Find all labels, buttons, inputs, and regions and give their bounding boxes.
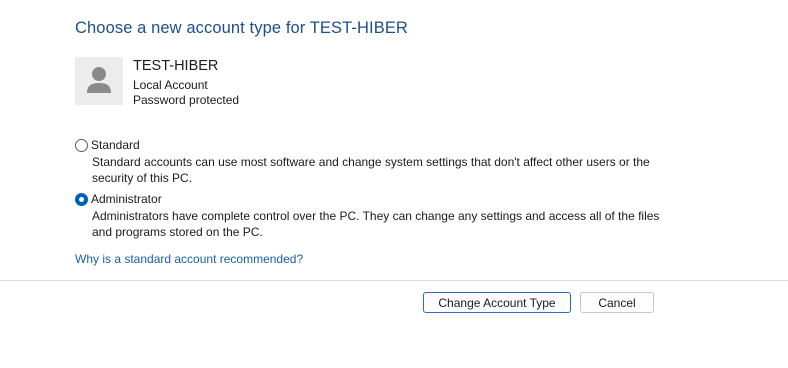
page-title: Choose a new account type for TEST-HIBER	[75, 19, 408, 37]
account-protection: Password protected	[133, 93, 240, 107]
radio-administrator[interactable]	[75, 192, 88, 206]
administrator-description-line2: and programs stored on the PC.	[92, 225, 263, 239]
radio-standard[interactable]	[75, 138, 88, 152]
why-standard-link[interactable]: Why is a standard account recommended?	[75, 252, 303, 266]
account-name: TEST-HIBER	[133, 58, 219, 74]
standard-description: Standard accounts can use most software …	[92, 154, 672, 186]
radio-administrator-label[interactable]: Administrator	[91, 192, 162, 206]
standard-description-line1: Standard accounts can use most software …	[92, 155, 650, 169]
standard-description-line2: security of this PC.	[92, 171, 193, 185]
user-avatar-icon	[75, 57, 123, 105]
change-account-type-button[interactable]: Change Account Type	[423, 292, 571, 313]
radio-administrator-row[interactable]: Administrator	[75, 192, 162, 206]
account-type: Local Account	[133, 78, 208, 92]
administrator-description-line1: Administrators have complete control ove…	[92, 209, 660, 223]
radio-standard-label[interactable]: Standard	[91, 138, 140, 152]
administrator-description: Administrators have complete control ove…	[92, 208, 672, 240]
cancel-button[interactable]: Cancel	[580, 292, 654, 313]
radio-standard-row[interactable]: Standard	[75, 138, 140, 152]
divider	[0, 280, 788, 281]
